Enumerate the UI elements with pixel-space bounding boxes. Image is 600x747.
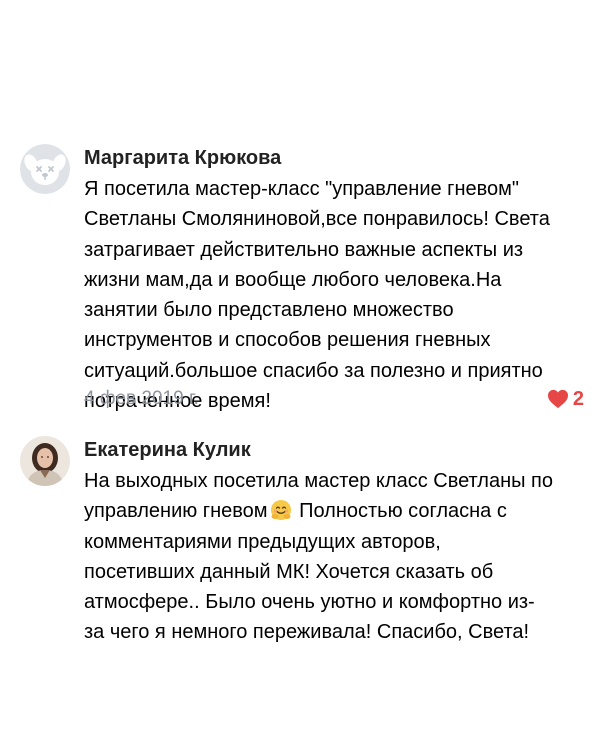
like-count: 2: [572, 388, 584, 410]
comment-text-fragment: управлению гневом: [84, 500, 268, 523]
comment-text-line: ситуаций.большое спасибо за полезно и пр…: [84, 359, 543, 382]
comment-text-line: На выходных посетила мастер класс Светла…: [84, 470, 554, 492]
dog-deactivated-avatar-icon[interactable]: [20, 144, 70, 194]
comment-text-line: комментариями предыдущих авторов,: [84, 530, 441, 553]
comment-text-line: Я посетила мастер-класс "управление гнев…: [84, 178, 519, 200]
comment-text: На выходных посетила мастер класс Светла…: [84, 466, 584, 648]
like-button[interactable]: 2: [547, 384, 584, 414]
comment-text-line: занятии было представлено множество: [84, 299, 454, 322]
heart-icon: [547, 389, 569, 409]
comment-author[interactable]: Екатерина Кулик: [84, 432, 251, 468]
comment-text-line: затрагивает действительно важные аспекты…: [84, 238, 524, 261]
hugging-face-emoji-icon: [270, 499, 292, 521]
comment-text-line: посетивших данный МК! Хочется сказать об: [84, 560, 494, 583]
comment-text-line: атмосфере.. Было очень уютно и комфортно…: [84, 591, 535, 614]
comment-footer: 4 фев 2019 г. 2: [84, 384, 584, 414]
comment-text-line: инструментов и способов решения гневных: [84, 329, 491, 352]
comment-date[interactable]: 4 фев 2019 г.: [84, 384, 199, 414]
user-photo-avatar[interactable]: [20, 436, 70, 486]
comment-text: Я посетила мастер-класс "управление гнев…: [84, 174, 584, 416]
comment-text-line: за чего я немного переживала! Спасибо, С…: [84, 621, 530, 644]
comment-text-line: жизни мам,да и вообще любого человека.На: [84, 268, 502, 291]
comment-text-fragment: Полностью согласна с: [299, 500, 507, 523]
comment-text-line: Светланы Смоляниновой,все понравилось! С…: [84, 208, 550, 231]
comment-text-line: управлению гневом Полностью согласна с: [84, 496, 584, 526]
comment-author[interactable]: Маргарита Крюкова: [84, 140, 281, 176]
